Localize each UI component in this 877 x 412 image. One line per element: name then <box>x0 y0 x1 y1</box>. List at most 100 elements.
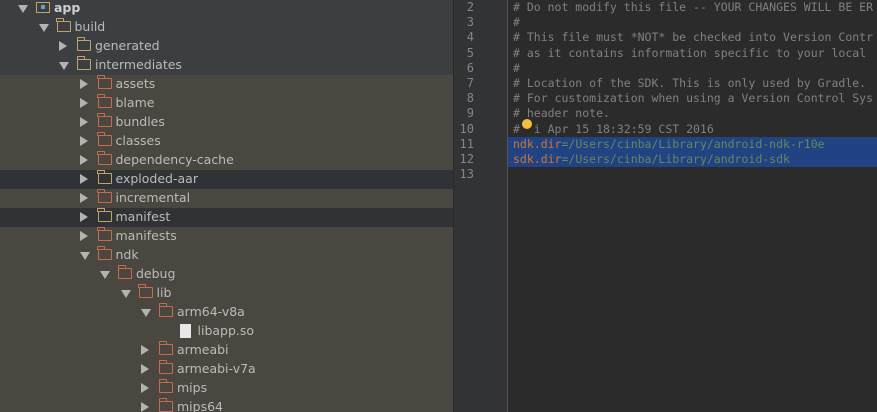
tree-item-libapp-so[interactable]: libapp.so <box>0 322 453 341</box>
folder-icon <box>158 398 173 412</box>
folder-icon <box>158 303 173 317</box>
line-number: 8 <box>466 91 474 106</box>
tree-item-label: blame <box>115 95 155 110</box>
chevron-right-icon[interactable] <box>59 41 67 51</box>
tree-item-label: arm64-v8a <box>177 304 245 319</box>
folder-icon <box>97 208 112 222</box>
line-number-gutter: 2 3 4 5 6 7 8 9 10 11 12 13 <box>454 0 508 412</box>
tree-item-app[interactable]: app <box>0 0 453 18</box>
chevron-right-icon[interactable] <box>141 383 149 393</box>
chevron-right-icon[interactable] <box>141 364 149 374</box>
code-line[interactable] <box>508 167 513 182</box>
folder-icon <box>138 284 153 298</box>
tree-item-debug[interactable]: debug <box>0 265 453 284</box>
code-line[interactable]: # <box>508 15 520 30</box>
tree-item-bundles[interactable]: bundles <box>0 113 453 132</box>
chevron-down-icon[interactable] <box>59 62 69 70</box>
tree-item-build[interactable]: build <box>0 18 453 37</box>
comment-text: # For customization when using a Version… <box>513 91 874 106</box>
chevron-right-icon[interactable] <box>79 136 88 146</box>
tree-item-classes[interactable]: classes <box>0 132 453 151</box>
code-editor[interactable]: sdk.dir=/Users/cinba/Library/android-sdk… <box>508 0 877 412</box>
code-line[interactable]: ndk.dir=/Users/cinba/Library/android-ndk… <box>508 136 877 152</box>
chevron-down-icon[interactable] <box>120 290 131 298</box>
tree-item-label: manifests <box>115 228 177 243</box>
tree-item-arm64-v8a[interactable]: arm64-v8a <box>0 303 453 322</box>
tree-item-mips64[interactable]: mips64 <box>0 398 453 412</box>
tree-item-label: dependency-cache <box>115 152 234 167</box>
comment-text: # Do not modify this file -- YOUR CHANGE… <box>513 0 874 14</box>
line-number: 2 <box>466 0 474 14</box>
line-number: 11 <box>459 136 474 151</box>
folder-icon <box>97 189 112 203</box>
code-line[interactable]: # i Apr 15 18:32:59 CST 2016 <box>508 122 714 137</box>
chevron-right-icon[interactable] <box>141 402 149 412</box>
folder-icon <box>76 56 91 70</box>
tree-item-label: lib <box>156 285 172 300</box>
code-line[interactable]: sdk.dir=/Users/cinba/Library/android-sdk <box>508 152 877 167</box>
lightbulb-icon[interactable] <box>522 119 532 129</box>
tree-item-mips[interactable]: mips <box>0 379 453 398</box>
comment-text: # i Apr 15 18:32:59 CST 2016 <box>513 121 714 136</box>
code-line[interactable]: # as it contains information specific to… <box>508 46 866 61</box>
tree-item-incremental[interactable]: incremental <box>0 189 453 208</box>
tree-item-manifest[interactable]: manifest <box>0 208 453 227</box>
code-line[interactable]: # Do not modify this file -- YOUR CHANGE… <box>508 0 873 15</box>
property-key: sdk.dir <box>513 152 562 166</box>
tree-item-intermediates[interactable]: intermediates <box>0 56 453 75</box>
chevron-down-icon[interactable] <box>38 24 49 32</box>
line-number: 10 <box>459 121 474 136</box>
comment-text: # as it contains information specific to… <box>513 45 867 60</box>
chevron-down-icon[interactable] <box>100 271 110 279</box>
tree-item-label: manifest <box>115 209 171 224</box>
chevron-right-icon[interactable] <box>79 212 88 222</box>
code-line[interactable]: # Location of the SDK. This is only used… <box>508 76 866 91</box>
chevron-right-icon[interactable] <box>79 231 88 241</box>
chevron-right-icon[interactable] <box>79 174 88 184</box>
tree-item-armeabi-v7a[interactable]: armeabi-v7a <box>0 360 453 379</box>
tree-item-label: armeabi-v7a <box>177 361 256 376</box>
folder-icon <box>97 170 112 184</box>
tree-item-label: app <box>54 0 81 15</box>
project-tree[interactable]: app build generated intermediates assets blam… <box>0 0 453 412</box>
tree-item-exploded-aar[interactable]: exploded-aar <box>0 170 453 189</box>
chevron-down-icon[interactable] <box>141 309 151 317</box>
line-number: 12 <box>459 152 474 166</box>
code-line[interactable]: # <box>508 61 520 76</box>
chevron-right-icon[interactable] <box>79 155 88 165</box>
folder-icon <box>158 379 173 393</box>
chevron-right-icon[interactable] <box>141 345 149 355</box>
tree-item-generated[interactable]: generated <box>0 37 453 56</box>
chevron-down-icon[interactable] <box>79 252 90 260</box>
tree-item-label: assets <box>115 76 156 91</box>
chevron-right-icon[interactable] <box>79 79 88 89</box>
tree-item-manifests[interactable]: manifests <box>0 227 453 246</box>
folder-icon <box>56 18 71 32</box>
tree-item-blame[interactable]: blame <box>0 94 453 113</box>
tree-item-dependency-cache[interactable]: dependency-cache <box>0 151 453 170</box>
file-icon <box>179 324 191 338</box>
folder-icon <box>97 227 112 241</box>
tree-item-ndk[interactable]: ndk <box>0 246 453 265</box>
folder-icon <box>158 341 173 355</box>
line-number: 7 <box>466 76 474 90</box>
tree-item-label: mips64 <box>177 399 224 412</box>
code-line[interactable]: # For customization when using a Version… <box>508 91 873 106</box>
comment-text: # This file must *NOT* be checked into V… <box>513 30 874 45</box>
chevron-right-icon[interactable] <box>79 98 88 108</box>
chevron-right-icon[interactable] <box>79 117 88 127</box>
code-line[interactable]: # This file must *NOT* be checked into V… <box>508 30 873 45</box>
folder-icon <box>97 75 112 89</box>
tree-item-armeabi[interactable]: armeabi <box>0 341 453 360</box>
folder-icon <box>97 132 112 146</box>
tree-item-lib[interactable]: lib <box>0 284 453 303</box>
tree-item-label: exploded-aar <box>115 171 198 186</box>
chevron-right-icon[interactable] <box>79 193 88 203</box>
folder-icon <box>117 265 132 279</box>
folder-icon <box>97 94 112 108</box>
tree-item-assets[interactable]: assets <box>0 75 453 94</box>
tree-item-label: ndk <box>115 247 139 262</box>
tree-item-label: classes <box>115 133 161 148</box>
line-number: 4 <box>466 30 474 45</box>
chevron-down-icon[interactable] <box>18 5 28 13</box>
